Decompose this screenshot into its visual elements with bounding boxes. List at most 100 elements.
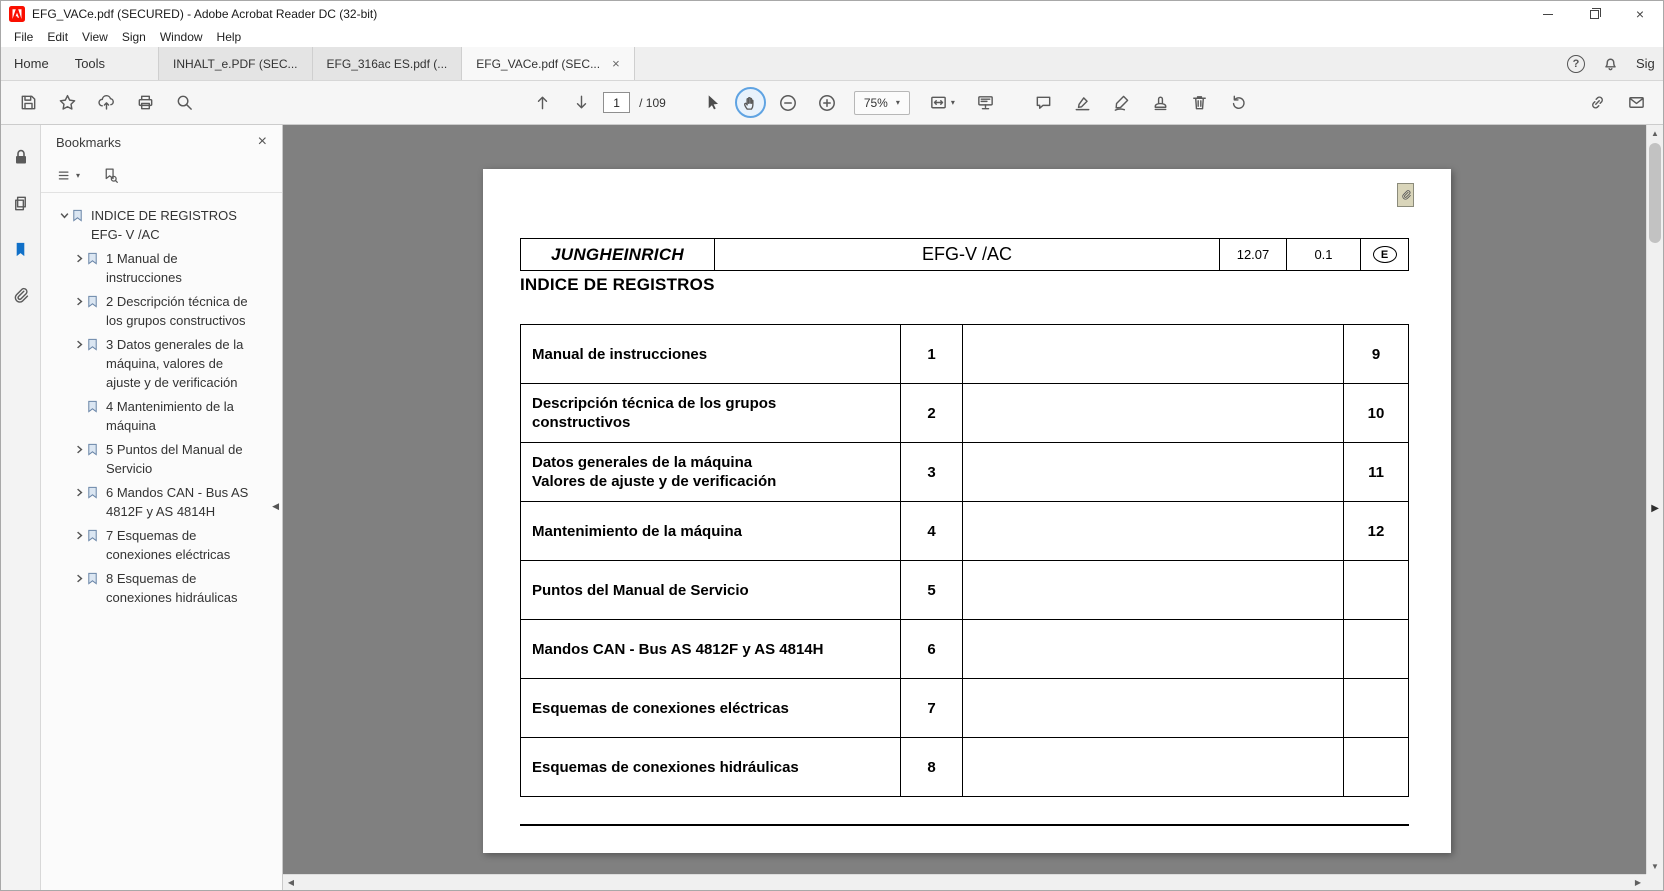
bookmark-item-1[interactable]: 1 Manual de instrucciones <box>72 249 276 287</box>
toolbar-center-group: / 109 75% ▾ ▾ <box>525 86 1256 120</box>
stamp-icon <box>1151 93 1170 112</box>
horizontal-scrollbar[interactable]: ◀ ▶ <box>283 874 1646 890</box>
bookmark-item-8[interactable]: 8 Esquemas de conexiones hidráulicas <box>72 569 276 607</box>
rotate-button[interactable] <box>1222 86 1256 120</box>
restore-icon <box>1590 10 1599 19</box>
bookmark-icon <box>11 240 30 259</box>
minimize-button[interactable] <box>1525 1 1571 27</box>
page-thumbnails-button[interactable] <box>7 189 35 217</box>
doc-rev-date: 12.07 <box>1220 239 1287 270</box>
chevron-right-icon[interactable] <box>72 483 86 497</box>
menu-help[interactable]: Help <box>210 30 249 44</box>
menu-file[interactable]: File <box>7 30 40 44</box>
zoom-level-value: 75% <box>864 96 888 110</box>
bookmark-item-3[interactable]: 3 Datos generales de la máquina, valores… <box>72 335 276 392</box>
table-row: Esquemas de conexiones eléctricas 7 <box>521 679 1408 738</box>
tab-home[interactable]: Home <box>1 47 62 80</box>
menu-window[interactable]: Window <box>153 30 210 44</box>
next-page-button[interactable] <box>564 86 598 120</box>
panel-close-icon[interactable]: × <box>258 134 267 150</box>
scrollbar-corner <box>1646 874 1663 890</box>
panel-collapse-icon[interactable]: ◀ <box>272 501 279 512</box>
help-icon[interactable]: ? <box>1567 55 1585 73</box>
index-row-number: 5 <box>901 561 963 619</box>
bookmark-item-5[interactable]: 5 Puntos del Manual de Servicio <box>72 440 276 478</box>
index-row-page: 9 <box>1344 325 1408 383</box>
bookmark-options-button[interactable]: ▾ <box>56 167 80 184</box>
doc-tab-efgvace-active[interactable]: EFG_VACe.pdf (SEC... × <box>462 47 634 80</box>
bookmark-item-2[interactable]: 2 Descripción técnica de los grupos cons… <box>72 292 276 330</box>
vertical-scroll-thumb[interactable] <box>1649 143 1661 243</box>
cursor-icon <box>703 93 722 112</box>
zoom-in-button[interactable] <box>810 86 844 120</box>
bookmark-item-4[interactable]: 4 Mantenimiento de la máquina <box>72 397 276 435</box>
notifications-bell-icon[interactable] <box>1601 54 1620 73</box>
chevron-right-icon[interactable] <box>72 526 86 540</box>
share-button[interactable] <box>89 86 123 120</box>
save-button[interactable] <box>11 86 45 120</box>
bookmarks-panel: Bookmarks × ▾ <box>41 125 283 890</box>
vertical-scrollbar[interactable]: ▲ ▼ <box>1646 125 1663 874</box>
previous-page-button[interactable] <box>525 86 559 120</box>
close-button[interactable]: × <box>1617 1 1663 27</box>
menu-sign[interactable]: Sign <box>115 30 153 44</box>
page-number-input[interactable] <box>603 92 630 113</box>
bookmark-label: 8 Esquemas de conexiones hidráulicas <box>106 569 256 607</box>
scroll-down-icon[interactable]: ▼ <box>1647 858 1663 874</box>
minimize-icon <box>1543 14 1553 15</box>
restore-button[interactable] <box>1571 1 1617 27</box>
chevron-right-icon[interactable] <box>72 569 86 583</box>
menu-edit[interactable]: Edit <box>40 30 75 44</box>
chevron-right-icon[interactable] <box>72 292 86 306</box>
sign-in-link[interactable]: Sig <box>1636 56 1663 71</box>
security-button[interactable] <box>7 143 35 171</box>
tab-tools[interactable]: Tools <box>62 47 118 80</box>
print-button[interactable] <box>128 86 162 120</box>
hand-tool-button-active[interactable] <box>735 87 766 118</box>
tab-close-icon[interactable]: × <box>612 57 620 70</box>
menu-view[interactable]: View <box>75 30 115 44</box>
favorites-button[interactable] <box>50 86 84 120</box>
right-pane-expand-icon[interactable]: ▶ <box>1651 503 1659 514</box>
bookmark-item-icon <box>86 335 102 354</box>
stamp-button[interactable] <box>1144 86 1178 120</box>
chevron-right-icon[interactable] <box>72 249 86 263</box>
delete-button[interactable] <box>1183 86 1217 120</box>
doc-tab-inhalt[interactable]: INHALT_e.PDF (SEC... <box>158 47 312 80</box>
find-current-bookmark-button[interactable] <box>102 167 119 184</box>
attachment-annotation[interactable] <box>1397 183 1414 207</box>
lock-icon <box>11 147 31 167</box>
selection-tool-button[interactable] <box>696 86 730 120</box>
link-button[interactable] <box>1580 86 1614 120</box>
doc-tab-efg316[interactable]: EFG_316ac ES.pdf (... <box>313 47 463 80</box>
bookmark-root[interactable]: INDICE DE REGISTROS EFG- V /AC <box>57 206 276 244</box>
chevron-down-icon[interactable] <box>57 206 71 220</box>
index-row-label: Manual de instrucciones <box>521 325 901 383</box>
zoom-out-button[interactable] <box>771 86 805 120</box>
bookmark-item-6[interactable]: 6 Mandos CAN - Bus AS 4812F y AS 4814H <box>72 483 276 521</box>
scroll-up-icon[interactable]: ▲ <box>1647 125 1663 141</box>
comment-button[interactable] <box>1027 86 1061 120</box>
scroll-right-icon[interactable]: ▶ <box>1630 875 1646 891</box>
table-row: Mantenimiento de la máquina 4 12 <box>521 502 1408 561</box>
doc-header-table: JUNGHEINRICH EFG-V /AC 12.07 0.1 E <box>520 238 1409 271</box>
sign-button[interactable] <box>1105 86 1139 120</box>
document-canvas[interactable]: JUNGHEINRICH EFG-V /AC 12.07 0.1 E INDIC… <box>283 125 1663 890</box>
adobe-reader-icon <box>9 6 25 22</box>
index-row-number: 1 <box>901 325 963 383</box>
search-icon <box>175 93 194 112</box>
zoom-level-dropdown[interactable]: 75% ▾ <box>854 91 910 115</box>
find-button[interactable] <box>167 86 201 120</box>
bookmark-item-7[interactable]: 7 Esquemas de conexiones eléctricas <box>72 526 276 564</box>
highlight-button[interactable] <box>1066 86 1100 120</box>
chevron-right-icon[interactable] <box>72 335 86 349</box>
fit-width-button[interactable]: ▾ <box>920 86 964 120</box>
chevron-right-icon[interactable] <box>72 440 86 454</box>
email-button[interactable] <box>1619 86 1653 120</box>
index-row-blank <box>963 620 1344 678</box>
pages-icon <box>11 194 30 213</box>
page-display-button[interactable] <box>969 86 1003 120</box>
bookmarks-button-active[interactable] <box>7 235 35 263</box>
attachments-button[interactable] <box>7 281 35 309</box>
scroll-left-icon[interactable]: ◀ <box>283 875 299 891</box>
